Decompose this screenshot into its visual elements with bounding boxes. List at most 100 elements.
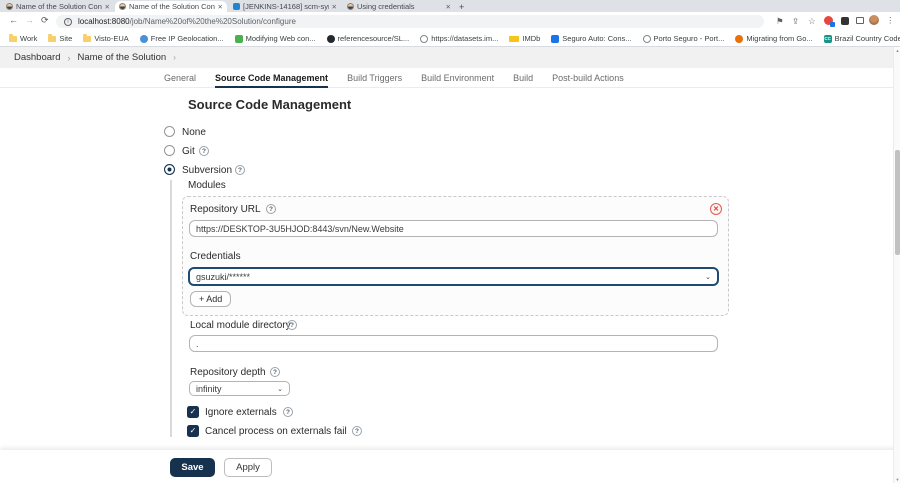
remove-module-icon[interactable]: ✕ (710, 203, 722, 215)
tab-general[interactable]: General (164, 68, 196, 88)
help-icon[interactable]: ? (266, 204, 276, 214)
bookmark-item[interactable]: CCBrazil Country Code... (824, 34, 900, 43)
url-text: localhost:8080/job/Name%20of%20the%20Sol… (78, 17, 296, 26)
tab-source-code-management[interactable]: Source Code Management (215, 68, 328, 88)
side-panel-icon[interactable]: ⚑ (776, 16, 784, 27)
bookmark-item[interactable]: Porto Seguro - Port... (643, 34, 725, 43)
repository-url-label: Repository URL (190, 204, 261, 215)
config-tab-bar: General Source Code Management Build Tri… (0, 68, 893, 88)
breadcrumb-job-name[interactable]: Name of the Solution (77, 52, 166, 63)
breadcrumb: Dashboard › Name of the Solution › (0, 47, 893, 68)
tab-build-environment[interactable]: Build Environment (421, 68, 494, 88)
close-icon[interactable]: ✕ (446, 3, 451, 11)
bookmark-item[interactable]: https://datasets.im... (420, 34, 498, 43)
repository-depth-value: infinity (196, 384, 222, 394)
extension-red-icon[interactable] (824, 16, 833, 25)
browser-tab-3[interactable]: [JENKINS-14168] scm-sync-con ✕ (229, 1, 341, 12)
bookmark-label: Work (20, 34, 37, 43)
cancel-on-externals-fail-label: Cancel process on externals fail (205, 426, 347, 437)
bookmark-star-icon[interactable]: ☆ (808, 16, 816, 27)
bookmark-item[interactable]: Visto-EUA (83, 34, 128, 43)
jenkins-favicon (6, 3, 13, 10)
modules-label: Modules (188, 180, 226, 191)
scroll-up-icon[interactable]: ▲ (894, 48, 900, 53)
help-icon[interactable]: ? (283, 407, 293, 417)
bookmark-item[interactable]: Migrating from Go... (735, 34, 812, 43)
chevron-down-icon: ⌄ (705, 273, 711, 281)
bookmark-label: Porto Seguro - Port... (654, 34, 725, 43)
bookmark-item[interactable]: Seguro Auto: Cons... (551, 34, 631, 43)
help-icon[interactable]: ? (352, 426, 362, 436)
url-host: localhost:8080 (78, 17, 130, 26)
config-form: Source Code Management None Git ? Subver… (0, 88, 893, 450)
repository-url-input[interactable] (189, 220, 718, 237)
ignore-externals-checkbox[interactable]: ✓ (187, 406, 199, 418)
jira-favicon (233, 3, 240, 10)
bookmark-item[interactable]: referencesource/SL... (327, 34, 410, 43)
help-icon[interactable]: ? (270, 367, 280, 377)
bookmark-label: Site (59, 34, 72, 43)
extension-badge (830, 22, 835, 27)
browser-tab-4[interactable]: Using credentials ✕ (343, 1, 455, 12)
close-icon[interactable]: ✕ (218, 3, 223, 11)
globe-icon (140, 35, 148, 43)
cancel-on-externals-fail-checkbox[interactable]: ✓ (187, 425, 199, 437)
bookmark-label: Visto-EUA (94, 34, 128, 43)
local-module-directory-input[interactable] (189, 335, 718, 352)
profile-avatar[interactable] (869, 15, 879, 25)
save-button[interactable]: Save (170, 458, 215, 477)
orange-icon (735, 35, 743, 43)
breadcrumb-dashboard[interactable]: Dashboard (14, 52, 60, 63)
close-icon[interactable]: ✕ (332, 3, 337, 11)
help-icon[interactable]: ? (287, 320, 297, 330)
globe-icon (643, 35, 651, 43)
site-info-icon[interactable]: i (64, 18, 72, 26)
section-indent-line (170, 180, 172, 437)
reading-mode-icon[interactable] (856, 17, 864, 24)
credentials-label: Credentials (190, 251, 241, 262)
close-icon[interactable]: ✕ (105, 3, 110, 11)
back-icon[interactable]: ← (9, 15, 18, 25)
credentials-value: gsuzuki/****** (196, 272, 250, 282)
new-tab-button[interactable]: + (459, 2, 464, 12)
help-icon[interactable]: ? (235, 165, 245, 175)
radio-none[interactable] (164, 126, 175, 137)
tab-title: [JENKINS-14168] scm-sync-con (243, 2, 329, 11)
bookmark-item[interactable]: Free IP Geolocation... (140, 34, 224, 43)
imdb-icon (509, 36, 519, 42)
bookmark-item[interactable]: IMDb (509, 34, 540, 43)
tab-build[interactable]: Build (513, 68, 533, 88)
browser-address-bar: ← → ⟳ i localhost:8080/job/Name%20of%20t… (0, 12, 900, 31)
bookmark-label: Brazil Country Code... (835, 34, 900, 43)
tab-build-triggers[interactable]: Build Triggers (347, 68, 402, 88)
bookmark-item[interactable]: Modifying Web con... (235, 34, 316, 43)
radio-subversion[interactable] (164, 164, 175, 175)
radio-subversion-label: Subversion (182, 165, 232, 176)
refresh-icon[interactable]: ⟳ (41, 15, 49, 26)
scrollbar-thumb[interactable] (895, 150, 900, 255)
add-credentials-button[interactable]: + Add (190, 291, 231, 307)
radio-git[interactable] (164, 145, 175, 156)
url-bar[interactable]: i localhost:8080/job/Name%20of%20the%20S… (56, 15, 764, 28)
chevron-right-icon[interactable]: › (173, 53, 176, 62)
bookmark-item[interactable]: Site (48, 34, 72, 43)
extension-dark-icon[interactable] (841, 17, 849, 25)
folder-icon (48, 36, 56, 42)
bookmarks-bar: Work Site Visto-EUA Free IP Geolocation.… (0, 31, 900, 47)
apply-button[interactable]: Apply (224, 458, 272, 477)
forward-icon[interactable]: → (25, 15, 34, 25)
browser-tab-1[interactable]: Name of the Solution Config [Je ✕ (2, 1, 114, 12)
help-icon[interactable]: ? (199, 146, 209, 156)
share-icon[interactable]: ⇪ (792, 16, 799, 27)
browser-tab-2-active[interactable]: Name of the Solution Config [Je ✕ (115, 1, 227, 12)
globe-icon (420, 35, 428, 43)
scrollbar[interactable]: ▲ ▼ (893, 47, 900, 483)
cc-icon: CC (824, 35, 832, 43)
tab-post-build-actions[interactable]: Post-build Actions (552, 68, 624, 88)
jenkins-favicon (119, 3, 126, 10)
menu-kebab-icon[interactable]: ⋮ (886, 15, 895, 26)
credentials-select[interactable]: gsuzuki/****** ⌄ (188, 267, 719, 286)
scroll-down-icon[interactable]: ▼ (894, 477, 900, 482)
repository-depth-select[interactable]: infinity ⌄ (189, 381, 290, 396)
bookmark-item[interactable]: Work (9, 34, 37, 43)
